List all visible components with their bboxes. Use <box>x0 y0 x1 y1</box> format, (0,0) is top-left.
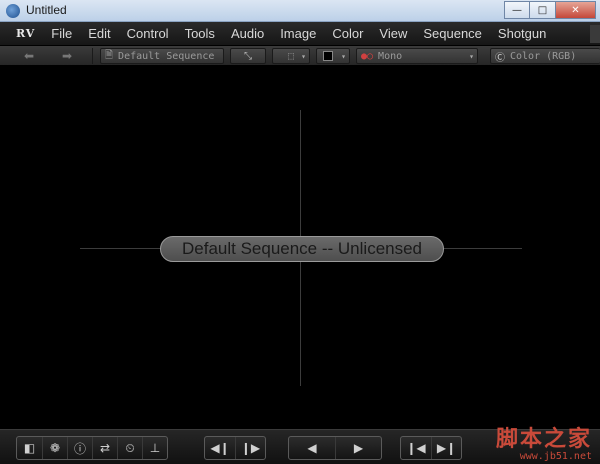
minimize-icon[interactable]: — <box>504 1 530 19</box>
frame-icon: ⬚ <box>287 50 295 62</box>
window-controls: — □ ✕ <box>504 1 596 19</box>
background-color-button[interactable]: ▾ <box>316 48 350 64</box>
menu-bar: RV File Edit Control Tools Audio Image C… <box>0 22 600 46</box>
close-icon[interactable]: ✕ <box>556 1 596 19</box>
arrow-left-icon[interactable]: ⬅ <box>18 48 40 64</box>
menu-sequence[interactable]: Sequence <box>423 26 482 41</box>
menu-audio[interactable]: Audio <box>231 26 264 41</box>
menu-edit[interactable]: Edit <box>88 26 110 41</box>
play-backward-icon[interactable]: ◀ <box>289 437 335 459</box>
menu-tools[interactable]: Tools <box>185 26 215 41</box>
image-viewport[interactable]: Default Sequence -- Unlicensed <box>0 67 600 429</box>
step-forward-icon[interactable]: ❙▶ <box>235 437 265 459</box>
color-icon: Ⓒ <box>495 52 505 64</box>
window-titlebar: Untitled — □ ✕ <box>0 0 600 22</box>
jump-group: ❙◀ ▶❙ <box>400 436 462 460</box>
timer-icon[interactable]: ⏲ <box>117 437 142 459</box>
display-mode-select[interactable]: ●○ Mono ▾ <box>356 48 478 64</box>
display-mode-label: Mono <box>378 50 403 62</box>
tools-group: ◧ ❁ ⓘ ⇄ ⏲ ⊥ <box>16 436 168 460</box>
swap-icon[interactable]: ⇄ <box>92 437 117 459</box>
source-selector[interactable]: 🗎 Default Sequence <box>100 48 224 64</box>
menu-file[interactable]: File <box>51 26 72 41</box>
rv-logo: RV <box>16 27 36 40</box>
stereo-icon: ●○ <box>361 50 374 62</box>
frame-step-group: ◀❙ ❙▶ <box>204 436 266 460</box>
document-icon: 🗎 <box>105 49 114 61</box>
color-space-select[interactable]: Ⓒ Color (RGB) <box>490 48 600 64</box>
color-space-label: Color (RGB) <box>510 50 577 62</box>
jump-end-icon[interactable]: ▶❙ <box>431 437 461 459</box>
menu-bar-end <box>590 25 600 43</box>
chevron-down-icon: ▾ <box>301 51 306 61</box>
jump-start-icon[interactable]: ❙◀ <box>401 437 431 459</box>
site-watermark: 脚本之家 www.jb51.net <box>496 421 592 462</box>
watermark-title: 脚本之家 <box>495 426 592 452</box>
sequence-status-label: Default Sequence -- Unlicensed <box>160 236 444 262</box>
color-swatch-icon <box>323 51 333 61</box>
playback-group: ◀ ▶ <box>288 436 382 460</box>
session-manager-icon[interactable]: ◧ <box>17 437 42 459</box>
chevron-down-icon: ▾ <box>341 51 346 61</box>
maximize-icon[interactable]: □ <box>530 1 556 19</box>
toolbar-separator <box>92 48 93 64</box>
step-back-icon[interactable]: ◀❙ <box>205 437 235 459</box>
menu-image[interactable]: Image <box>280 26 316 41</box>
menu-control[interactable]: Control <box>127 26 169 41</box>
source-selector-label: Default Sequence <box>118 50 215 62</box>
download-icon[interactable]: ⊥ <box>142 437 167 459</box>
info-icon[interactable]: ⓘ <box>67 437 92 459</box>
menu-shotgun[interactable]: Shotgun <box>498 26 546 41</box>
app-icon <box>6 4 20 18</box>
fit-view-button[interactable]: ⤡ <box>230 48 266 64</box>
toolbar: ⬅ ➡ 🗎 Default Sequence ⤡ ⬚ ▾ ▾ ●○ Mono ▾… <box>0 46 600 66</box>
expand-icon: ⤡ <box>244 50 252 62</box>
color-picker-icon[interactable]: ❁ <box>42 437 67 459</box>
window-title: Untitled <box>26 3 67 17</box>
menu-view[interactable]: View <box>379 26 407 41</box>
play-forward-icon[interactable]: ▶ <box>335 437 381 459</box>
arrow-right-icon[interactable]: ➡ <box>56 48 78 64</box>
frame-select-button[interactable]: ⬚ ▾ <box>272 48 310 64</box>
menu-color[interactable]: Color <box>332 26 363 41</box>
chevron-down-icon: ▾ <box>469 51 474 61</box>
